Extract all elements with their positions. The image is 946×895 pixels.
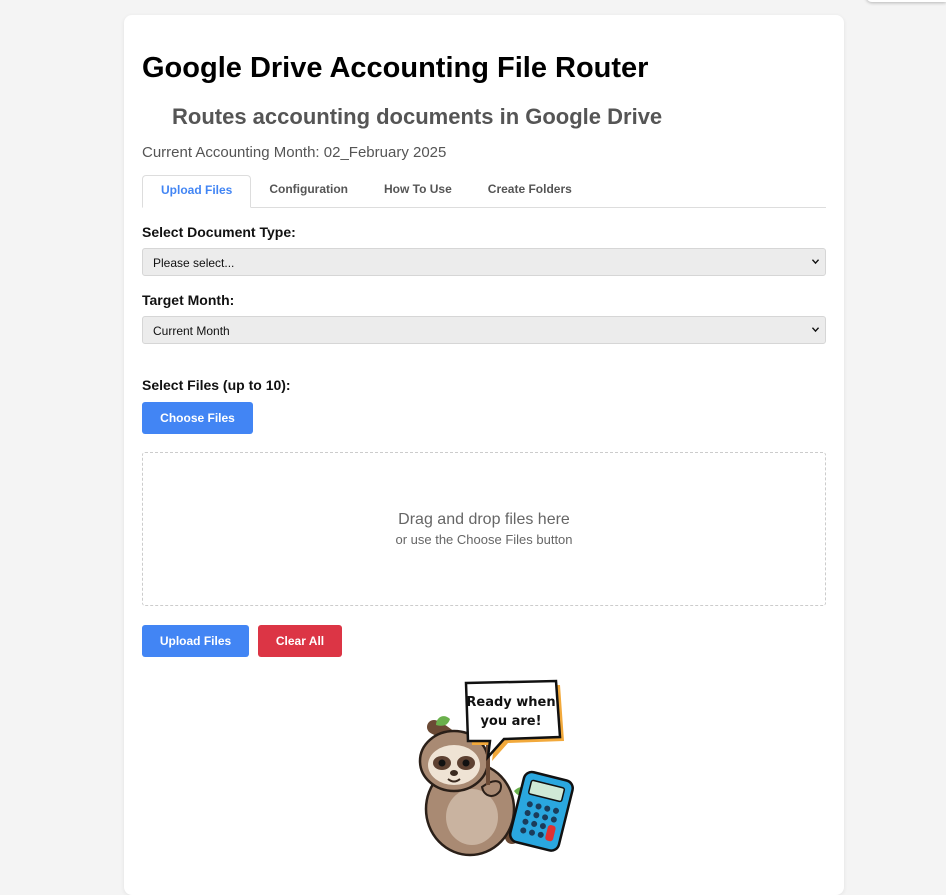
chevron-down-icon [812,259,819,265]
target-month-value: Current Month [153,324,230,338]
chevron-down-icon [812,327,819,333]
target-month-label: Target Month: [142,292,235,308]
select-files-label: Select Files (up to 10): [142,377,291,393]
upload-files-button[interactable]: Upload Files [142,625,249,657]
document-type-value: Please select... [153,256,235,270]
sloth-mascot-icon: Ready when you are! [418,679,574,857]
current-month-text: Current Accounting Month: 02_February 20… [142,144,447,161]
tab-create-folders[interactable]: Create Folders [470,175,590,206]
tab-how-to-use[interactable]: How To Use [366,175,470,206]
tab-upload-files[interactable]: Upload Files [142,175,252,208]
document-type-label: Select Document Type: [142,224,296,240]
mascot-bubble-line2: you are! [480,714,541,729]
tab-configuration[interactable]: Configuration [251,175,366,206]
target-month-select[interactable]: Current Month [142,316,826,344]
tab-bar: Upload Files Configuration How To Use Cr… [142,175,826,208]
page-subtitle: Routes accounting documents in Google Dr… [172,104,663,129]
calculator-icon [508,770,574,852]
choose-files-button[interactable]: Choose Files [142,402,253,434]
drop-zone-title: Drag and drop files here [398,511,570,528]
main-card: Google Drive Accounting File Router Rout… [124,15,844,895]
document-type-select[interactable]: Please select... [142,248,826,276]
window-edge [866,0,946,2]
page-title: Google Drive Accounting File Router [142,52,649,84]
mascot-bubble-line1: Ready when [466,695,555,710]
drop-zone[interactable]: Drag and drop files here or use the Choo… [142,452,826,606]
clear-all-button[interactable]: Clear All [258,625,342,657]
drop-zone-hint: or use the Choose Files button [395,532,573,547]
